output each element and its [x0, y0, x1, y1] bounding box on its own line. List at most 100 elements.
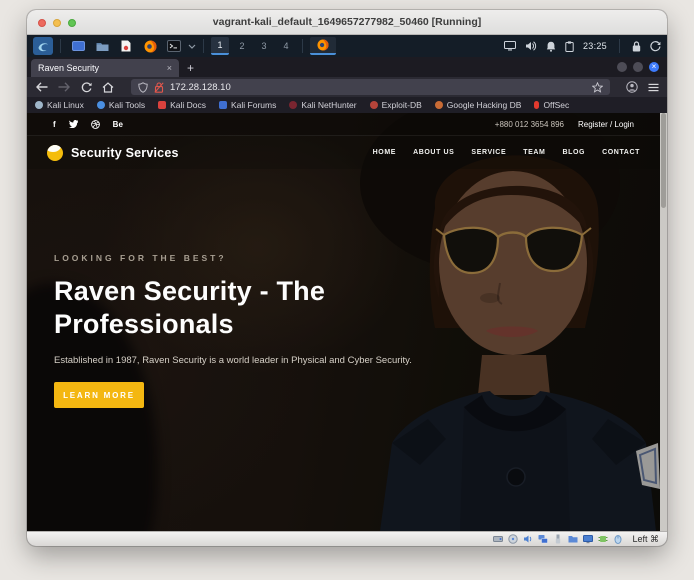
site-logo[interactable]: Security Services [47, 145, 179, 161]
webpage-viewport: f Be +880 012 3654 896 Register / Login [27, 113, 667, 531]
learn-more-button[interactable]: LEARN MORE [54, 382, 144, 408]
facebook-icon[interactable]: f [53, 120, 56, 129]
workspace-3-button[interactable]: 3 [255, 37, 273, 55]
panel-clock[interactable]: 23:25 [583, 41, 607, 51]
bookmark-kali-tools[interactable]: Kali Tools [97, 100, 145, 110]
offsec-favicon [534, 101, 539, 109]
text-editor-launcher[interactable] [116, 37, 136, 55]
page-scrollbar[interactable] [660, 113, 667, 531]
tab-close-icon[interactable]: × [167, 63, 172, 73]
account-icon[interactable] [626, 81, 638, 93]
browser-maximize-button[interactable] [633, 62, 643, 72]
workspace-1-button[interactable]: 1 [211, 37, 229, 55]
twitter-icon[interactable] [69, 120, 78, 128]
zoom-window-button[interactable] [68, 19, 76, 27]
nav-blog[interactable]: BLOG [562, 149, 585, 156]
tracking-protection-shield-icon[interactable] [138, 82, 148, 93]
nav-home[interactable]: HOME [373, 149, 396, 156]
browser-tab-bar: Raven Security × + × [27, 57, 667, 77]
display-settings-icon[interactable] [504, 41, 516, 51]
usb-status-icon[interactable] [553, 534, 563, 544]
network-status-icon[interactable] [538, 534, 548, 544]
hero-title: Raven Security - The Professionals [54, 275, 402, 341]
browser-minimize-button[interactable] [617, 62, 627, 72]
optical-disc-status-icon[interactable] [508, 534, 518, 544]
lock-screen-icon[interactable] [632, 41, 641, 52]
file-manager-launcher[interactable] [92, 37, 112, 55]
scrollbar-thumb[interactable] [661, 113, 666, 208]
terminal-icon [167, 40, 181, 52]
kali-docs-favicon [158, 101, 166, 109]
audio-status-icon[interactable] [523, 534, 533, 544]
firefox-launcher[interactable] [140, 37, 160, 55]
hero-section: LOOKING FOR THE BEST? Raven Security - T… [54, 253, 454, 408]
workspace-4-button[interactable]: 4 [277, 37, 295, 55]
bookmark-offsec[interactable]: OffSec [534, 100, 569, 110]
clipboard-icon[interactable] [565, 41, 574, 52]
dribbble-icon[interactable] [91, 120, 100, 129]
reload-button[interactable] [79, 80, 93, 94]
nav-service[interactable]: SERVICE [471, 149, 506, 156]
browser-toolbar: 172.28.128.10 [27, 77, 667, 97]
kali-linux-favicon [35, 101, 43, 109]
new-tab-button[interactable]: + [187, 62, 194, 74]
insecure-connection-lock-icon[interactable] [154, 82, 164, 93]
main-navigation: HOME ABOUT US SERVICE TEAM BLOG CONTACT [373, 149, 640, 156]
panel-separator [619, 39, 620, 53]
bookmark-kali-nethunter[interactable]: Kali NetHunter [289, 100, 356, 110]
behance-icon[interactable]: Be [113, 120, 123, 129]
logout-icon[interactable] [650, 41, 661, 52]
menu-hamburger-icon[interactable] [648, 83, 659, 92]
hdd-status-icon[interactable] [493, 534, 503, 544]
forward-button[interactable] [57, 80, 71, 94]
browser-close-button[interactable]: × [649, 62, 659, 72]
host-key-label: Left ⌘ [632, 534, 659, 545]
terminal-launcher[interactable] [164, 37, 184, 55]
workspace-2-button[interactable]: 2 [233, 37, 251, 55]
firefox-taskbar-button[interactable] [310, 37, 336, 55]
kali-dragon-icon [37, 40, 50, 53]
bookmark-kali-docs[interactable]: Kali Docs [158, 100, 206, 110]
close-window-button[interactable] [38, 19, 46, 27]
brand-name: Security Services [71, 146, 179, 160]
mouse-integration-status-icon[interactable] [613, 534, 623, 544]
bookmark-star-icon[interactable] [592, 82, 603, 93]
launcher-dropdown-chevron-icon[interactable] [188, 44, 196, 49]
url-text[interactable]: 172.28.128.10 [170, 82, 586, 93]
kali-menu-button[interactable] [33, 37, 53, 55]
exploit-db-favicon [370, 101, 378, 109]
url-bar[interactable]: 172.28.128.10 [131, 79, 610, 95]
back-arrow-icon [36, 82, 48, 92]
bookmark-google-hacking-db[interactable]: Google Hacking DB [435, 100, 522, 110]
minimize-window-button[interactable] [53, 19, 61, 27]
nav-team[interactable]: TEAM [523, 149, 545, 156]
kali-panel: 1 2 3 4 [27, 35, 667, 57]
bookmark-kali-linux[interactable]: Kali Linux [35, 100, 84, 110]
nav-about-us[interactable]: ABOUT US [413, 149, 454, 156]
bookmark-exploit-db[interactable]: Exploit-DB [370, 100, 422, 110]
tab-title: Raven Security [38, 63, 161, 73]
home-button[interactable] [101, 80, 115, 94]
kali-tools-favicon [97, 101, 105, 109]
register-login-link[interactable]: Register / Login [578, 120, 634, 129]
back-button[interactable] [35, 80, 49, 94]
show-desktop-button[interactable] [68, 37, 88, 55]
features-status-icon[interactable] [598, 534, 608, 544]
shared-folders-status-icon[interactable] [568, 534, 578, 544]
notifications-bell-icon[interactable] [546, 41, 556, 52]
kali-nethunter-favicon [289, 101, 297, 109]
panel-separator [60, 39, 61, 53]
volume-icon[interactable] [525, 41, 537, 51]
site-header: Security Services HOME ABOUT US SERVICE … [27, 136, 660, 169]
bookmark-kali-forums[interactable]: Kali Forums [219, 100, 276, 110]
firefox-icon [144, 40, 157, 53]
forward-arrow-icon [58, 82, 70, 92]
display-status-icon[interactable] [583, 534, 593, 544]
nav-contact[interactable]: CONTACT [602, 149, 640, 156]
phone-number: +880 012 3654 896 [495, 120, 564, 129]
browser-tab[interactable]: Raven Security × [31, 59, 179, 77]
window-title: vagrant-kali_default_1649657277982_50460… [213, 16, 481, 28]
virtualbox-vm-window: vagrant-kali_default_1649657277982_50460… [27, 10, 667, 546]
panel-separator [302, 39, 303, 53]
panel-separator [203, 39, 204, 53]
